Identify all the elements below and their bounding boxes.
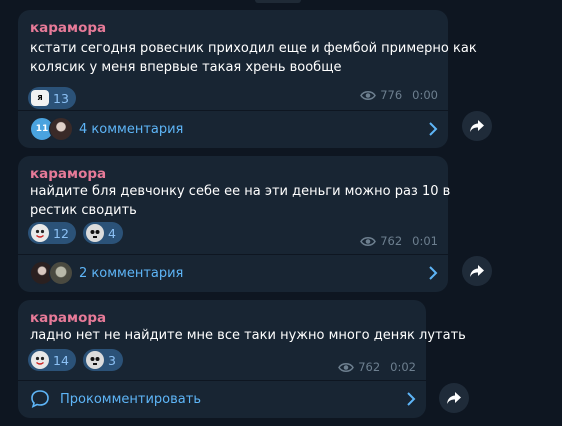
comments-label: 4 комментария	[79, 121, 184, 137]
eye-icon	[360, 90, 377, 100]
reaction-count: 4	[108, 225, 116, 241]
commenter-avatars: 11	[30, 117, 73, 141]
reaction-chip[interactable]: 3	[83, 349, 123, 371]
share-arrow-icon	[470, 265, 484, 277]
previous-message-edge	[255, 0, 301, 3]
view-count: 762	[380, 234, 403, 248]
comment-bubble-icon	[31, 390, 49, 409]
post-meta: 776 0:00	[360, 88, 438, 102]
comments-button[interactable]: 2 комментария	[18, 255, 448, 291]
post-time: 0:02	[390, 360, 416, 374]
comments-button[interactable]: 11 4 комментария	[18, 111, 448, 147]
eye-icon	[338, 362, 355, 372]
commenter-avatars	[30, 261, 73, 285]
clown-mask-icon	[31, 351, 49, 369]
comments-label: 2 комментария	[79, 265, 184, 281]
post-meta: 762 0:01	[360, 234, 438, 248]
reaction-chip[interactable]: Я 13	[28, 87, 76, 109]
post-author[interactable]: карамора	[30, 166, 106, 182]
post-author[interactable]: карамора	[30, 20, 106, 36]
chevron-right-icon	[429, 266, 438, 280]
reaction-chip[interactable]: 4	[83, 222, 123, 244]
channel-post[interactable]: карамора ладно нет не найдите мне все та…	[18, 300, 466, 418]
channel-post[interactable]: карамора кстати сегодня ровесник приходи…	[18, 10, 477, 148]
share-arrow-icon	[470, 120, 484, 132]
share-button[interactable]	[462, 256, 492, 286]
reaction-count: 12	[53, 225, 69, 241]
post-time: 0:00	[412, 88, 438, 102]
clown-mask-icon	[31, 224, 49, 242]
post-text-line: рестик сводить	[30, 203, 137, 218]
channel-post[interactable]: карамора найдите бля девчонку себе ее на…	[18, 156, 451, 292]
post-text-line: колясик у меня впервые такая хрень вообщ…	[30, 60, 342, 75]
comments-label: Прокомментировать	[60, 391, 201, 407]
comment-button[interactable]: Прокомментировать	[18, 381, 426, 417]
post-meta: 762 0:02	[338, 360, 416, 374]
eye-icon	[360, 236, 377, 246]
skull-icon	[86, 224, 104, 242]
chevron-right-icon	[429, 122, 438, 136]
view-count: 762	[358, 360, 381, 374]
skull-icon	[86, 351, 104, 369]
avatar	[49, 261, 73, 285]
view-count: 776	[380, 88, 403, 102]
ya-sticker-icon: Я	[31, 90, 49, 106]
reaction-chip[interactable]: 12	[28, 222, 76, 244]
reaction-count: 3	[108, 352, 116, 368]
post-text-line: кстати сегодня ровесник приходил еще и ф…	[30, 41, 477, 56]
share-button[interactable]	[462, 111, 492, 141]
share-button[interactable]	[439, 383, 469, 413]
post-author[interactable]: карамора	[30, 310, 106, 326]
chevron-right-icon	[407, 392, 416, 406]
reaction-count: 13	[53, 90, 69, 106]
reaction-chip[interactable]: 14	[28, 349, 76, 371]
share-arrow-icon	[447, 392, 461, 404]
reaction-count: 14	[53, 352, 69, 368]
post-text-line: найдите бля девчонку себе ее на эти день…	[30, 184, 451, 199]
avatar	[49, 117, 73, 141]
post-time: 0:01	[412, 234, 438, 248]
post-text-line: ладно нет не найдите мне все таки нужно …	[30, 328, 466, 343]
